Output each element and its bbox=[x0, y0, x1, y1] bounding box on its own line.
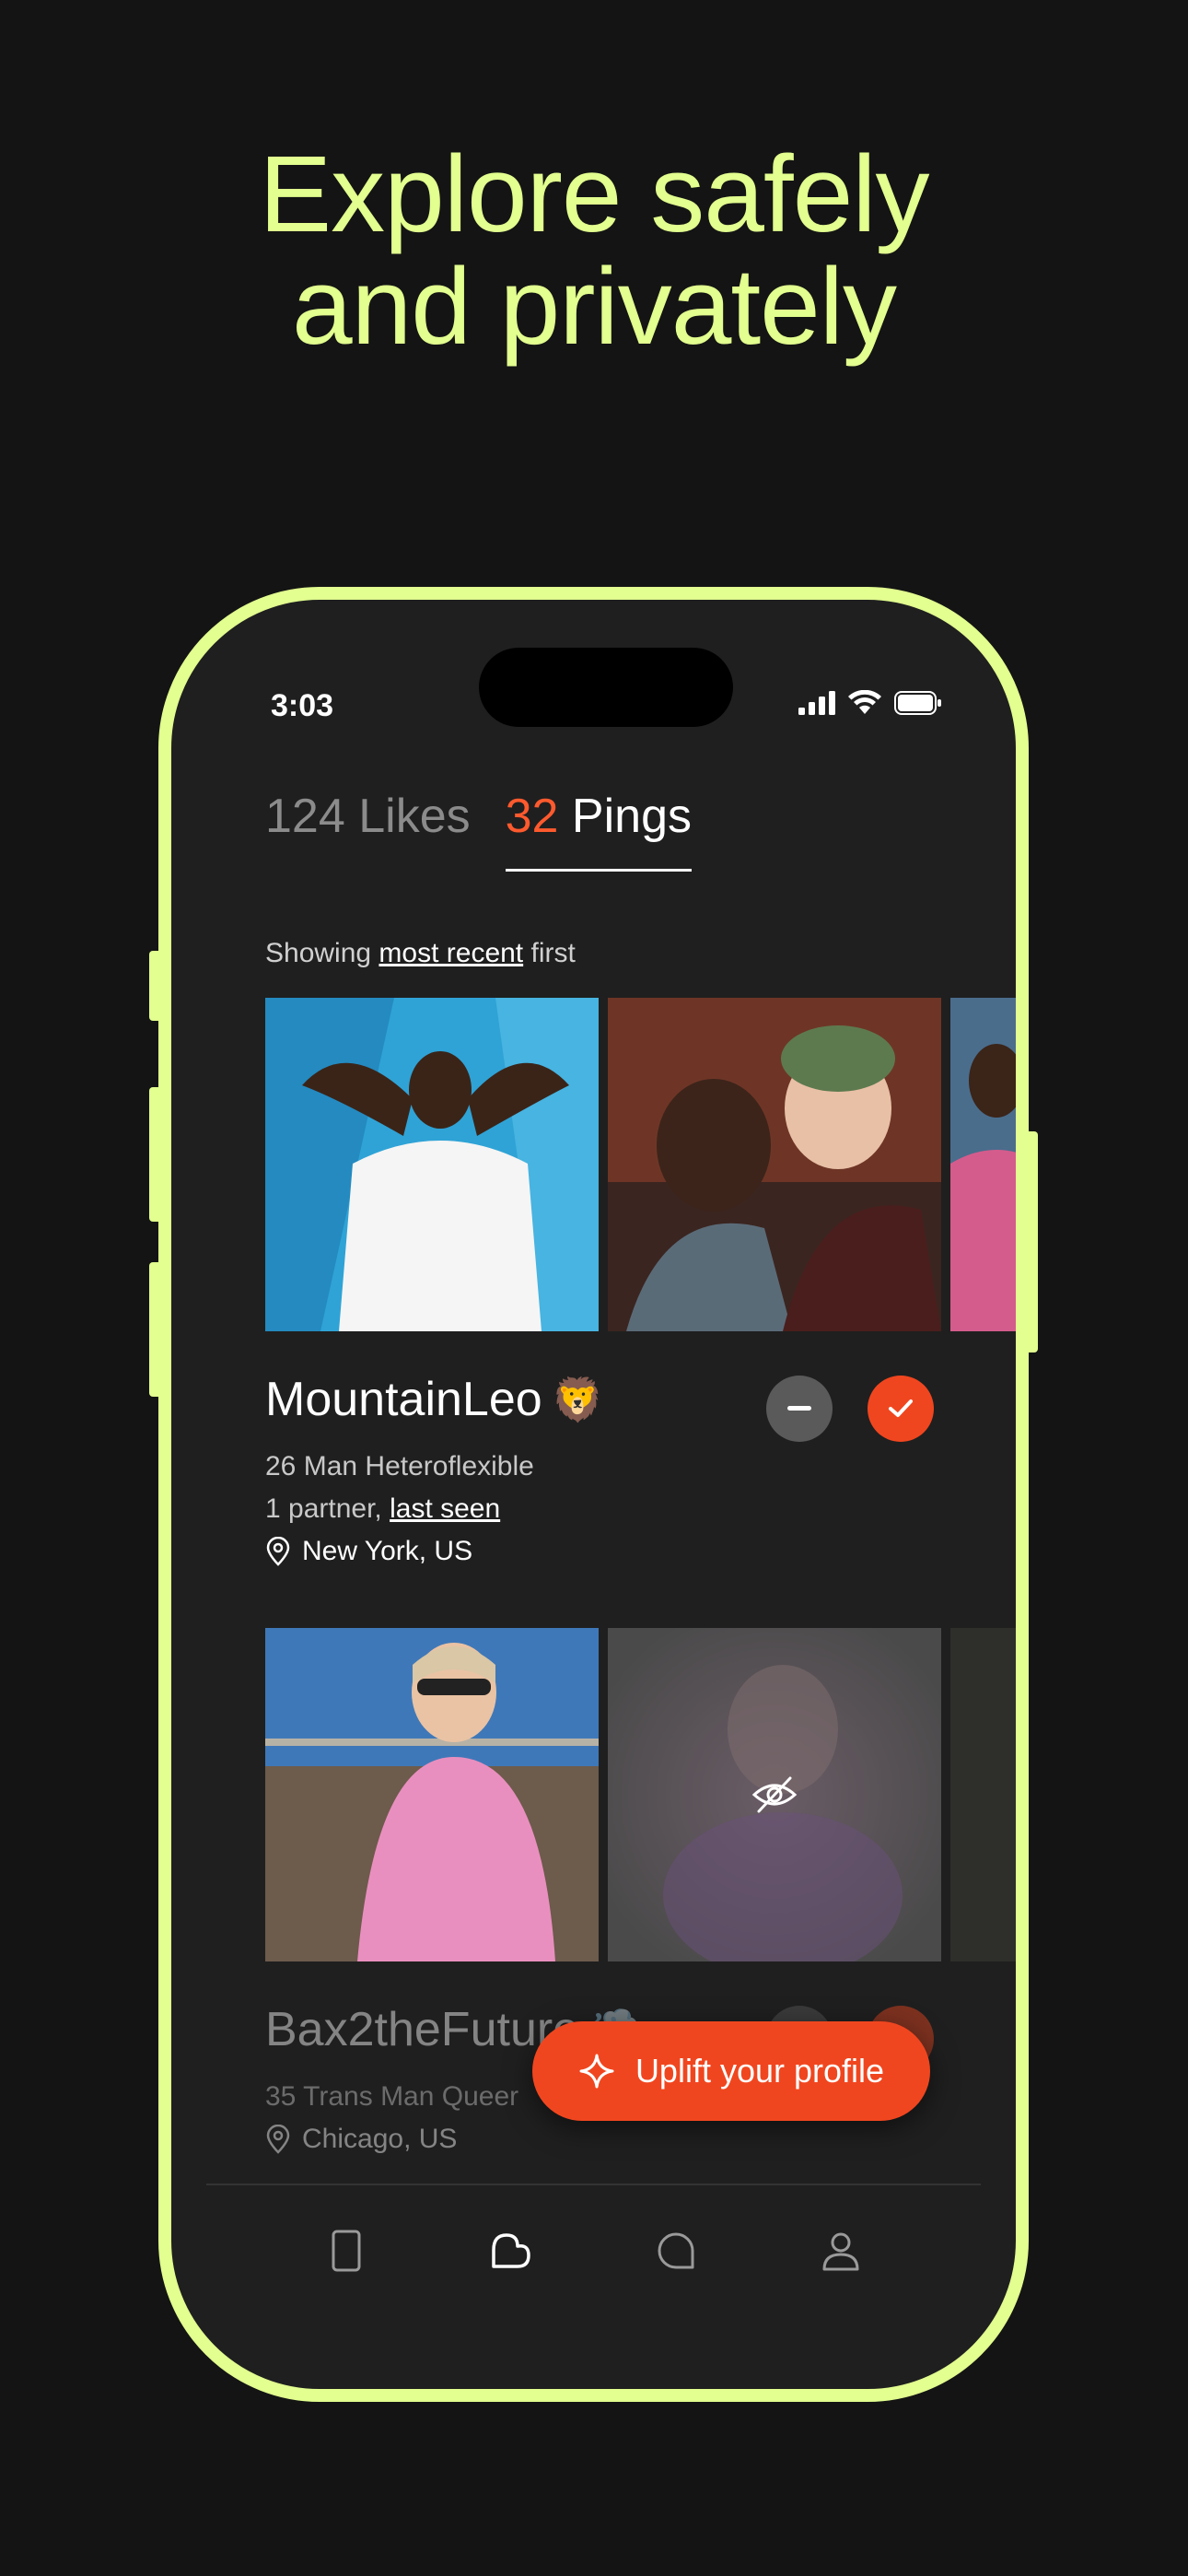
signal-icon bbox=[798, 691, 835, 715]
tab-pings[interactable]: 32 Pings bbox=[505, 789, 692, 872]
profile-photo[interactable] bbox=[608, 998, 941, 1331]
profile-location: Chicago, US bbox=[265, 2118, 518, 2160]
nav-divider bbox=[206, 2184, 981, 2185]
profile-details: 26 Man Heteroflexible 1 partner, last se… bbox=[265, 1446, 534, 1573]
likes-count: 124 bbox=[265, 790, 345, 843]
profile-location: New York, US bbox=[265, 1530, 534, 1573]
sort-suffix: first bbox=[523, 938, 576, 968]
pings-label: Pings bbox=[571, 790, 692, 843]
profile-photos[interactable] bbox=[265, 1628, 1016, 1961]
sort-line: Showing most recent first bbox=[265, 938, 576, 969]
bottom-nav bbox=[171, 2214, 1016, 2288]
location-pin-icon bbox=[266, 1537, 290, 1566]
uplift-profile-button[interactable]: Uplift your profile bbox=[532, 2021, 930, 2121]
nav-phone[interactable] bbox=[309, 2214, 383, 2288]
likes-icon bbox=[492, 2233, 530, 2268]
sparkle-icon bbox=[579, 2054, 614, 2089]
profile-name: MountainLeo 🦁 bbox=[265, 1372, 604, 1427]
profile-name-text: Bax2theFuture bbox=[265, 2003, 580, 2056]
headline-line-2: and privately bbox=[291, 246, 897, 368]
profile-photos[interactable] bbox=[265, 998, 1016, 1331]
status-time: 3:03 bbox=[271, 688, 334, 723]
sort-prefix: Showing bbox=[265, 938, 379, 968]
profile-details: 35 Trans Man Queer Chicago, US bbox=[265, 2076, 518, 2160]
profile-partners: 1 partner, last seen bbox=[265, 1488, 534, 1530]
headline: Explore safely and privately bbox=[0, 138, 1188, 363]
phone-frame: 3:03 124 Likes 32 Pings Showing most rec… bbox=[158, 587, 1029, 2402]
nav-profile[interactable] bbox=[804, 2214, 878, 2288]
profile-icon bbox=[822, 2232, 859, 2271]
profile-details-text: 26 Man Heteroflexible bbox=[265, 1451, 534, 1481]
wifi-icon bbox=[848, 690, 881, 714]
dynamic-island bbox=[479, 648, 733, 727]
partners-text: 1 partner, bbox=[265, 1493, 390, 1524]
battery-icon bbox=[894, 691, 941, 715]
nav-likes[interactable] bbox=[474, 2214, 548, 2288]
phone-icon bbox=[332, 2230, 361, 2272]
dismiss-button[interactable] bbox=[766, 1376, 833, 1442]
uplift-label: Uplift your profile bbox=[635, 2052, 885, 2090]
headline-line-1: Explore safely bbox=[259, 134, 929, 255]
chat-icon bbox=[658, 2232, 694, 2269]
nav-chat[interactable] bbox=[639, 2214, 713, 2288]
status-icons bbox=[798, 690, 942, 716]
minus-icon bbox=[787, 1406, 811, 1411]
last-seen-link[interactable]: last seen bbox=[390, 1493, 500, 1524]
profile-photo[interactable] bbox=[265, 1628, 599, 1961]
tab-bar: 124 Likes 32 Pings bbox=[265, 789, 692, 872]
profile-details-text: 35 Trans Man Queer bbox=[265, 2081, 519, 2112]
hidden-eye-icon bbox=[751, 1776, 798, 1813]
location-pin-icon bbox=[266, 2125, 290, 2154]
likes-label: Likes bbox=[358, 790, 471, 843]
location-text: New York, US bbox=[302, 1536, 473, 1566]
pings-count: 32 bbox=[505, 790, 559, 843]
sort-link[interactable]: most recent bbox=[379, 938, 523, 968]
profile-emoji: 🦁 bbox=[551, 1375, 604, 1423]
blurred-photo[interactable] bbox=[950, 1628, 1016, 1961]
check-icon bbox=[889, 1399, 913, 1417]
profile-photo[interactable] bbox=[265, 998, 599, 1331]
accept-button[interactable] bbox=[868, 1376, 934, 1442]
tab-likes[interactable]: 124 Likes bbox=[265, 789, 471, 844]
profile-name-text: MountainLeo bbox=[265, 1373, 542, 1426]
blurred-photo[interactable] bbox=[608, 1628, 941, 1961]
profile-photo[interactable] bbox=[950, 998, 1016, 1331]
location-text: Chicago, US bbox=[302, 2124, 458, 2154]
active-tab-indicator bbox=[505, 869, 692, 872]
